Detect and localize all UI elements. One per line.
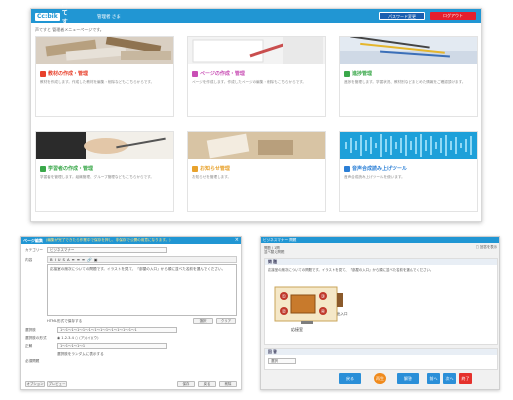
svg-text:③: ③ — [321, 294, 325, 300]
required-label: 必須問題 — [25, 359, 40, 363]
card-materials[interactable]: 教材の作成・管理 教材を作成します。作成した教材を編集・削除などもこちらからです… — [35, 36, 174, 117]
italic-icon[interactable]: I — [55, 257, 56, 262]
dashboard-window: Cc:bik 声てすと 管理者 さま パスワード変更 ログアウト 声てすと 管理… — [30, 1, 482, 222]
format-radio[interactable]: ◉ 1.2.3.4 ○ (ア)(イ)(ウ) — [57, 336, 98, 341]
logout-button[interactable]: ログアウト — [430, 12, 476, 20]
seating-diagram: ① ② ③ ④ 応接室 出入口 — [274, 286, 348, 332]
play-button[interactable]: 再生 — [374, 373, 386, 384]
underline-icon[interactable]: U — [58, 257, 61, 262]
options-button[interactable]: オプション — [25, 381, 45, 387]
chart-icon — [344, 70, 350, 77]
card-image-desk — [188, 132, 325, 159]
card-notices[interactable]: お知らせ管理 お知らせを管理します。 — [187, 131, 326, 212]
viewer-header: ビジネスマナー 問題 — [261, 237, 499, 243]
card-image-books — [36, 37, 173, 64]
question-section: 問 題 応接室の席次についての問題です。イラストを見て、「部屋の入口」から順に並… — [264, 258, 498, 345]
choices-input[interactable]: 1〜1〜1〜1〜1〜1〜1〜1〜1〜1〜1〜1〜1〜1 — [57, 327, 177, 333]
format-label: 選択肢の形式 — [25, 336, 47, 340]
editor-subtitle: (編集が完了できたら作業中で保存を押し、非保存で公開の用意になります。) — [45, 238, 171, 242]
card-image-paper — [188, 37, 325, 64]
card-title: 進捗管理 — [344, 70, 372, 77]
answer-heading: 回 答 — [265, 349, 497, 355]
card-desc: 進捗を管理します。学習状況、教材別などまとめた情報をご確認頂けます。 — [344, 80, 466, 84]
card-image-soundwave — [340, 132, 477, 159]
page-editor-window: ページ編集 (編集が完了できたら作業中で保存を押し、非保存で公開の用意になります… — [20, 236, 242, 390]
card-progress[interactable]: 進捗管理 進捗を管理します。学習状況、教材別などまとめた情報をご確認頂けます。 — [339, 36, 478, 117]
font-color-icon[interactable]: A — [67, 257, 70, 262]
page-icon — [192, 70, 198, 77]
card-title: 教材の作成・管理 — [40, 70, 88, 77]
preview-button[interactable]: プレビュー — [47, 381, 67, 387]
question-meta: 問題 / 1問 並べ替え問題 — [264, 246, 285, 254]
document-icon — [40, 70, 46, 77]
card-desc: 音声合成読み上げツールを使います。 — [344, 175, 405, 179]
password-change-button[interactable]: パスワード変更 — [379, 12, 425, 20]
admin-label: 管理者 さま — [97, 15, 121, 20]
card-title: お知らせ管理 — [192, 165, 230, 172]
intro-text: 声てすと 管理者メニューページです。 — [35, 27, 104, 32]
rich-text-toolbar: B I U S A ≡ ≡ ≡ 🔗 ▣ — [47, 256, 237, 263]
door-label: 出入口 — [337, 311, 348, 316]
card-image-writing — [36, 132, 173, 159]
strike-icon[interactable]: S — [63, 257, 65, 262]
image-icon[interactable]: ▣ — [94, 257, 98, 262]
select-button[interactable]: 選択 — [193, 318, 213, 324]
card-desc: お知らせを管理します。 — [192, 175, 232, 179]
bell-icon — [192, 165, 198, 172]
clear-button[interactable]: クリア — [216, 318, 236, 324]
viewer-title: ビジネスマナー 問題 — [263, 237, 297, 242]
show-answer-checkbox[interactable]: □ 回答を表示 — [476, 244, 497, 249]
answer-section: 回 答 選択 — [264, 348, 498, 370]
align-center-icon[interactable]: ≡ — [77, 257, 80, 262]
svg-text:①: ① — [282, 294, 287, 300]
user-icon — [40, 165, 46, 172]
align-right-icon[interactable]: ≡ — [82, 257, 85, 262]
save-button[interactable]: 保存 — [177, 381, 195, 387]
next-icon-button[interactable]: 次へ — [443, 373, 456, 384]
content-editor[interactable]: 応接室の席次についての問題です。イラストを見て、「部屋の入口」から順に並べた名前… — [47, 264, 237, 316]
back-button[interactable]: 戻る — [339, 373, 361, 384]
back-button[interactable]: 戻る — [198, 381, 216, 387]
editor-header: ページ編集 (編集が完了できたら作業中で保存を押し、非保存で公開の用意になります… — [21, 237, 241, 244]
delete-button[interactable]: 削除 — [219, 381, 237, 387]
top-bar: Cc:bik 声てすと 管理者 さま パスワード変更 ログアウト — [31, 1, 481, 35]
app-logo[interactable]: Cc:bik 声てすと — [35, 1, 73, 35]
svg-text:④: ④ — [321, 309, 326, 315]
card-desc: ページを作成します。作成したページの編集・削除もこちらからです。 — [192, 80, 307, 84]
content-label: 内容 — [25, 258, 33, 262]
room-label: 応接室 — [291, 326, 303, 332]
category-select[interactable]: ビジネスマナー — [47, 247, 167, 253]
random-checkbox[interactable]: 選択肢をランダムに表示する — [57, 352, 104, 357]
card-tts-tool[interactable]: 音声合成読み上げツール 音声合成読み上げツールを使います。 — [339, 131, 478, 212]
card-desc: 学習者を管理します。組織管理、グループ管理などもこちらからです。 — [40, 175, 154, 179]
bold-icon[interactable]: B — [50, 257, 53, 262]
category-label: カテゴリー — [25, 248, 43, 252]
card-title: ページの作成・管理 — [192, 70, 245, 77]
card-desc: 教材を作成します。作成した教材を編集・削除などもこちらからです。 — [40, 80, 155, 84]
html-save-checkbox[interactable]: HTML形式で保存する — [47, 319, 82, 324]
card-title: 音声合成読み上げツール — [344, 165, 407, 172]
wave-icon — [344, 165, 350, 172]
question-text: 応接室の席次についての問題です。イラストを見て、「部屋の入口」から順に並べた名前… — [268, 268, 434, 272]
card-image-pencils — [340, 37, 477, 64]
check-answer-button[interactable]: 解答 — [397, 373, 419, 384]
logo-box: Cc:bik — [35, 12, 60, 21]
question-viewer-window: ビジネスマナー 問題 □ 回答を表示 問題 / 1問 並べ替え問題 問 題 応接… — [260, 236, 500, 390]
link-icon[interactable]: 🔗 — [87, 257, 92, 262]
answer-label: 正解 — [25, 344, 33, 348]
card-learners[interactable]: 学習者の作成・管理 学習者を管理します。組織管理、グループ管理などもこちらからで… — [35, 131, 174, 212]
prev-icon-button[interactable]: 前へ — [427, 373, 440, 384]
card-pages[interactable]: ページの作成・管理 ページを作成します。作成したページの編集・削除もこちらからで… — [187, 36, 326, 117]
editor-title: ページ編集 — [23, 237, 43, 243]
close-icon[interactable]: × — [235, 238, 239, 243]
exit-icon-button[interactable]: 終了 — [459, 373, 472, 384]
svg-text:②: ② — [282, 309, 287, 315]
answer-dropdown[interactable]: 選択 — [268, 358, 296, 364]
choices-label: 選択肢 — [25, 328, 36, 332]
align-left-icon[interactable]: ≡ — [72, 257, 75, 262]
answer-select[interactable]: 1〜1〜1〜1〜1 — [57, 343, 167, 349]
card-title: 学習者の作成・管理 — [40, 165, 93, 172]
